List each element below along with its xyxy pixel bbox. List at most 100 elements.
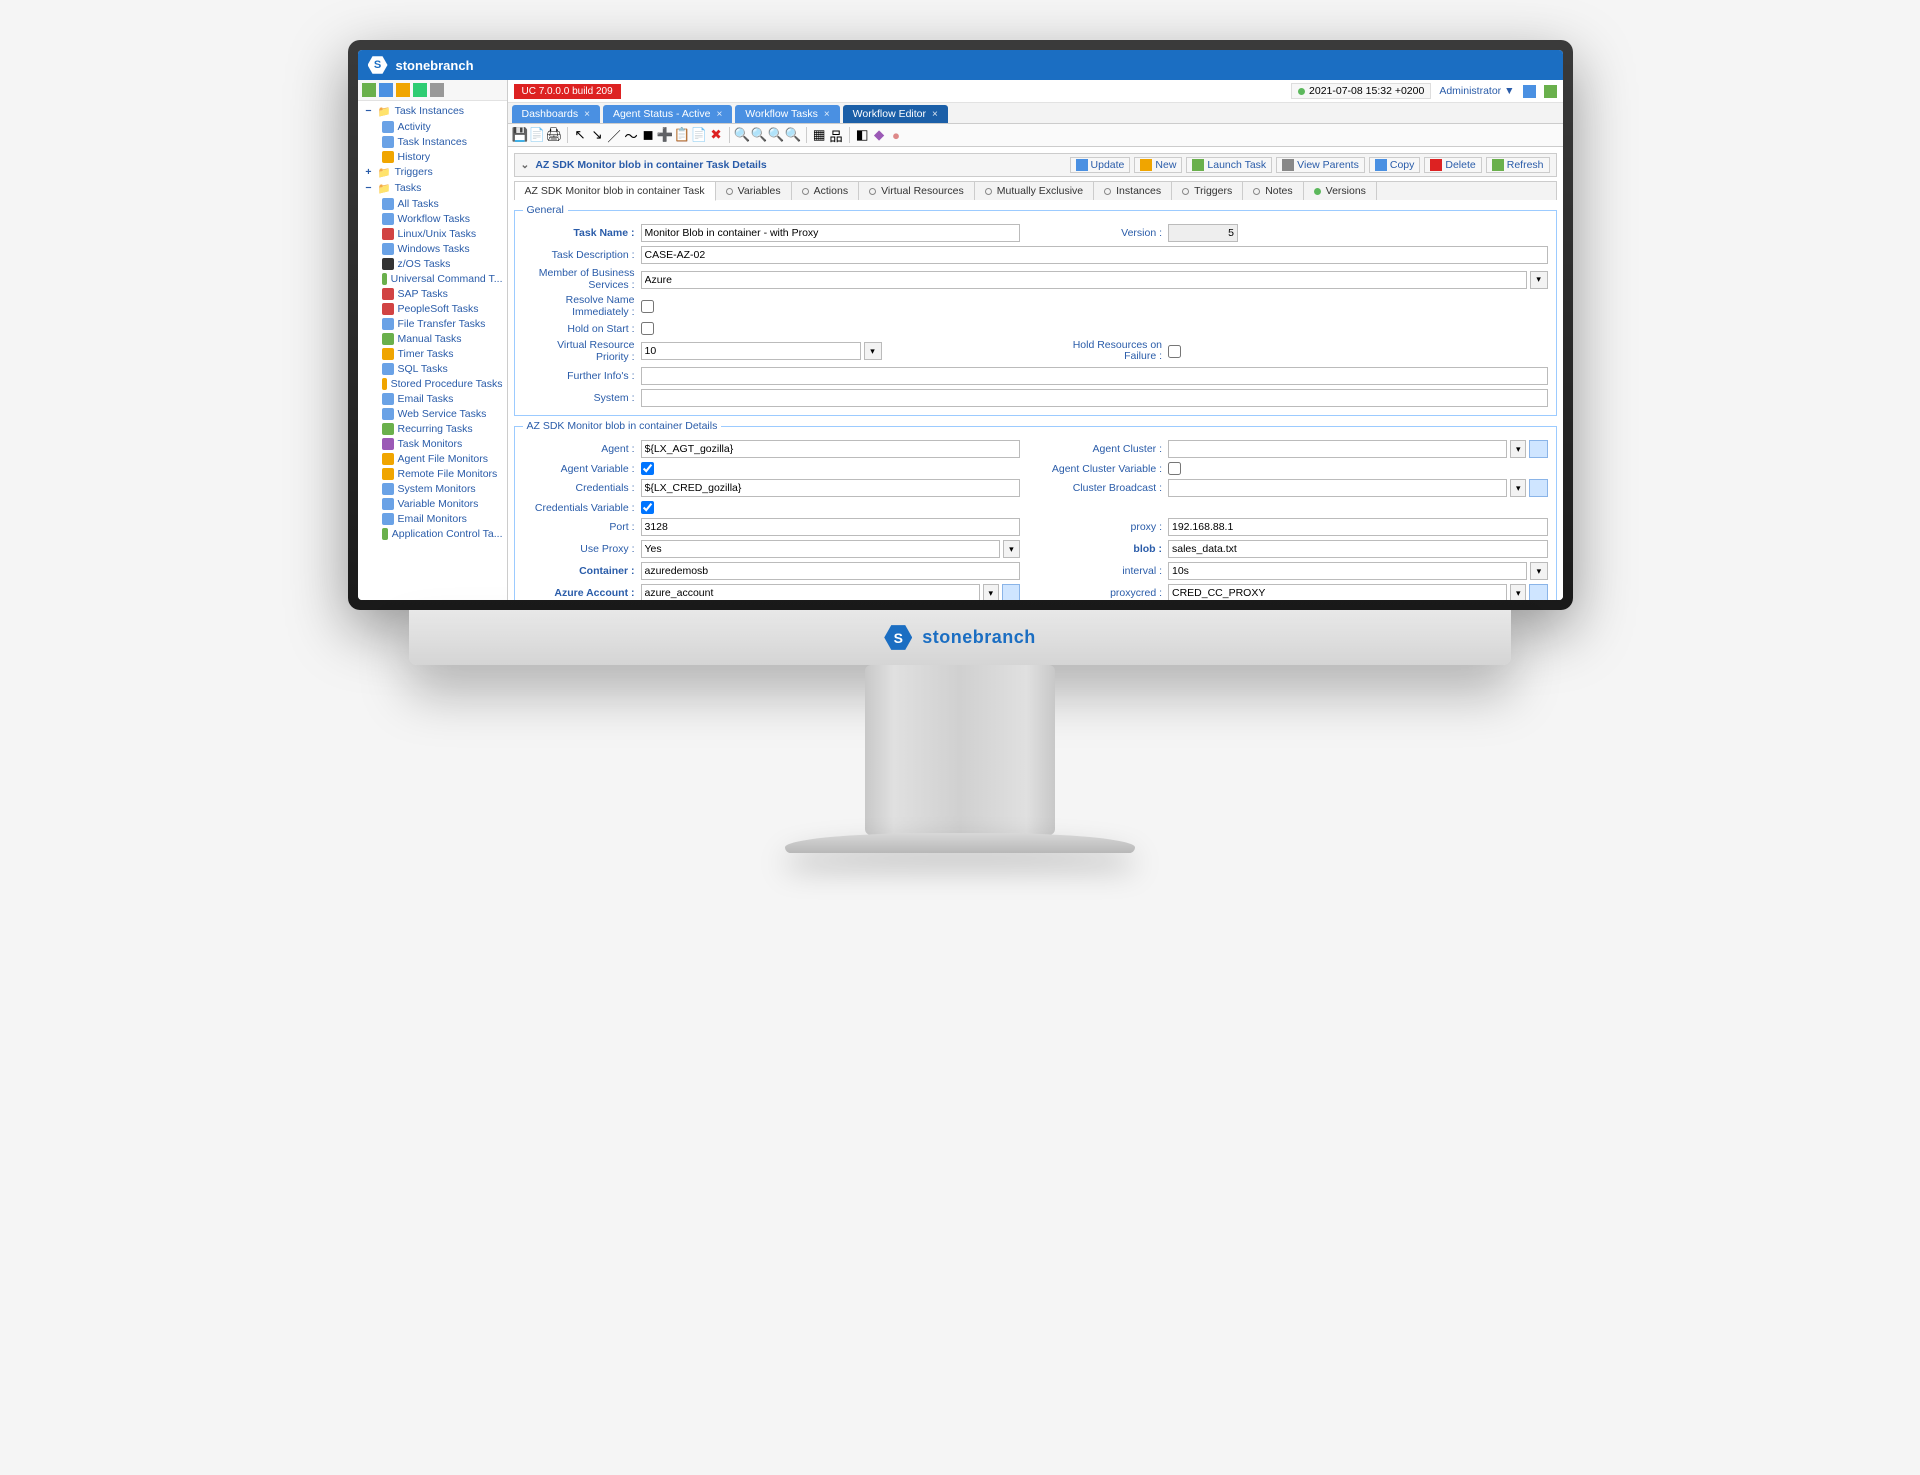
nav-task-instances[interactable]: −📁Task Instances [358, 103, 507, 119]
proxycred-input[interactable] [1168, 584, 1507, 600]
nav-email-monitors[interactable]: Email Monitors [378, 511, 507, 526]
globe-icon[interactable] [379, 83, 393, 97]
node-icon[interactable]: ◼ [641, 128, 656, 143]
container-input[interactable] [641, 562, 1021, 580]
use-proxy-select[interactable] [641, 540, 1000, 558]
nav-app-control[interactable]: Application Control Ta... [378, 526, 507, 541]
dropdown-icon[interactable]: ▾ [1510, 479, 1526, 497]
nav-stored-proc[interactable]: Stored Procedure Tasks [378, 376, 507, 391]
zoom-100-icon[interactable]: 🔍 [786, 128, 801, 143]
azure-account-input[interactable] [641, 584, 980, 600]
dropdown-icon[interactable]: ▾ [1003, 540, 1020, 558]
tab-agent-status[interactable]: Agent Status - Active× [603, 105, 732, 123]
nav-system-monitors[interactable]: System Monitors [378, 481, 507, 496]
nav-workflow-tasks[interactable]: Workflow Tasks [378, 211, 507, 226]
dropdown-icon[interactable]: ▾ [983, 584, 999, 600]
dropdown-icon[interactable]: ▾ [1530, 562, 1547, 580]
port-input[interactable] [641, 518, 1021, 536]
subtab-triggers[interactable]: Triggers [1172, 182, 1243, 200]
close-icon[interactable]: × [824, 109, 830, 120]
nav-triggers[interactable]: +📁Triggers [358, 164, 507, 180]
nav-variable-monitors[interactable]: Variable Monitors [378, 496, 507, 511]
system-input[interactable] [641, 389, 1548, 407]
agent-var-checkbox[interactable] [641, 462, 654, 475]
copy-icon[interactable]: 📋 [675, 128, 690, 143]
delete-icon[interactable]: ✖ [709, 128, 724, 143]
nav-remote-file-mon[interactable]: Remote File Monitors [378, 466, 507, 481]
nav-history[interactable]: History [378, 149, 507, 164]
bug-icon[interactable] [413, 83, 427, 97]
subtab-mutually-exclusive[interactable]: Mutually Exclusive [975, 182, 1094, 200]
connect-icon[interactable]: ↘ [590, 128, 605, 143]
resolve-name-checkbox[interactable] [641, 300, 654, 313]
agent-cluster-var-checkbox[interactable] [1168, 462, 1181, 475]
close-icon[interactable]: × [716, 109, 722, 120]
subtab-actions[interactable]: Actions [792, 182, 859, 200]
curve-icon[interactable]: ～ [624, 128, 639, 143]
view-parents-button[interactable]: View Parents [1276, 157, 1365, 173]
nav-tasks[interactable]: −📁Tasks [358, 180, 507, 196]
dropdown-icon[interactable]: ▾ [1530, 271, 1548, 289]
page-icon[interactable] [396, 83, 410, 97]
paste-icon[interactable]: 📄 [692, 128, 707, 143]
gear-icon[interactable] [430, 83, 444, 97]
nav-universal-cmd[interactable]: Universal Command T... [378, 271, 507, 286]
subtab-notes[interactable]: Notes [1243, 182, 1303, 200]
align-icon[interactable]: ▦ [812, 128, 827, 143]
print-icon[interactable]: 🖨 [547, 128, 562, 143]
nav-timer-tasks[interactable]: Timer Tasks [378, 346, 507, 361]
run-icon[interactable]: ● [889, 128, 904, 143]
tab-workflow-editor[interactable]: Workflow Editor× [843, 105, 948, 123]
nav-webservice-tasks[interactable]: Web Service Tasks [378, 406, 507, 421]
picker-icon[interactable] [1002, 584, 1020, 600]
nav-recurring-tasks[interactable]: Recurring Tasks [378, 421, 507, 436]
vr-priority-input[interactable] [641, 342, 861, 360]
nav-windows-tasks[interactable]: Windows Tasks [378, 241, 507, 256]
cursor-icon[interactable]: ↖ [573, 128, 588, 143]
agent-input[interactable] [641, 440, 1021, 458]
nav-email-tasks[interactable]: Email Tasks [378, 391, 507, 406]
dropdown-icon[interactable]: ▾ [1510, 584, 1526, 600]
tab-dashboards[interactable]: Dashboards× [512, 105, 600, 123]
agent-cluster-input[interactable] [1168, 440, 1507, 458]
picker-icon[interactable] [1529, 584, 1547, 600]
nav-sap-tasks[interactable]: SAP Tasks [378, 286, 507, 301]
blob-input[interactable] [1168, 540, 1548, 558]
close-icon[interactable]: × [584, 109, 590, 120]
help-icon[interactable] [1523, 85, 1536, 98]
nav-task-instances-child[interactable]: Task Instances [378, 134, 507, 149]
subtab-main[interactable]: AZ SDK Monitor blob in container Task [515, 182, 716, 201]
nav-sql-tasks[interactable]: SQL Tasks [378, 361, 507, 376]
picker-icon[interactable] [1529, 440, 1547, 458]
nav-task-monitors[interactable]: Task Monitors [378, 436, 507, 451]
dropdown-icon[interactable]: ▾ [864, 342, 882, 360]
nav-zos-tasks[interactable]: z/OS Tasks [378, 256, 507, 271]
line-icon[interactable]: ／ [607, 128, 622, 143]
task-name-input[interactable] [641, 224, 1021, 242]
hold-res-fail-checkbox[interactable] [1168, 345, 1181, 358]
subtab-variables[interactable]: Variables [716, 182, 792, 200]
nav-activity[interactable]: Activity [378, 119, 507, 134]
member-biz-input[interactable] [641, 271, 1527, 289]
nav-agent-file-mon[interactable]: Agent File Monitors [378, 451, 507, 466]
launch-task-button[interactable]: Launch Task [1186, 157, 1272, 173]
nav-linux-tasks[interactable]: Linux/Unix Tasks [378, 226, 507, 241]
console-icon[interactable] [1544, 85, 1557, 98]
zoom-out-icon[interactable]: 🔍 [752, 128, 767, 143]
interval-input[interactable] [1168, 562, 1527, 580]
subtab-versions[interactable]: Versions [1304, 182, 1377, 200]
nav-peoplesoft-tasks[interactable]: PeopleSoft Tasks [378, 301, 507, 316]
new-button[interactable]: New [1134, 157, 1182, 173]
validate-icon[interactable]: ◆ [872, 128, 887, 143]
chevron-down-icon[interactable]: ⌄ [521, 159, 530, 171]
save-icon[interactable]: 💾 [513, 128, 528, 143]
dropdown-icon[interactable]: ▾ [1510, 440, 1526, 458]
hold-start-checkbox[interactable] [641, 322, 654, 335]
nav-all-tasks[interactable]: All Tasks [378, 196, 507, 211]
task-desc-input[interactable] [641, 246, 1548, 264]
save-all-icon[interactable]: 📄 [530, 128, 545, 143]
subtab-instances[interactable]: Instances [1094, 182, 1172, 200]
zoom-in-icon[interactable]: 🔍 [735, 128, 750, 143]
refresh-button[interactable]: Refresh [1486, 157, 1550, 173]
credentials-input[interactable] [641, 479, 1021, 497]
